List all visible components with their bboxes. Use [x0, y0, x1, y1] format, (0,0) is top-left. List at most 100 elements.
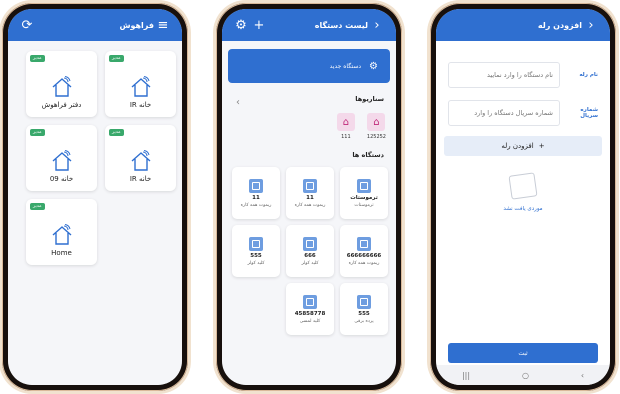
device-type: کلید کولر: [247, 260, 265, 266]
app-bar: ⚙ + لیست دستگاه ›: [222, 9, 396, 41]
home-card[interactable]: مدیر Home: [26, 199, 97, 265]
home-card[interactable]: مدیر خانه IR: [105, 51, 176, 117]
link-icon: ⚙: [369, 60, 378, 72]
device-title: 666666666: [346, 252, 382, 259]
menu-icon[interactable]: ≡: [154, 18, 172, 33]
screen: ⚙ + لیست دستگاه › دستگاه جدید ⚙ سناریوها…: [222, 9, 396, 385]
home-card[interactable]: مدیر دفتر فراهوش: [26, 51, 97, 117]
app-bar: ⟳ فراهوش ≡: [8, 9, 182, 41]
device-card[interactable]: ترموستات ترموستات: [340, 167, 388, 219]
screen: ⟳ فراهوش ≡ مدیر دفتر فراهوش مدیر خانه IR…: [8, 9, 182, 385]
screen: افزودن رله › نام رله شماره سریال + افزود…: [436, 9, 610, 385]
empty-state: موردی یافت نشد: [436, 172, 610, 212]
device-card[interactable]: 11 ریموت همه کاره: [286, 167, 334, 219]
phone-device-list: ⚙ + لیست دستگاه › دستگاه جدید ⚙ سناریوها…: [216, 3, 402, 391]
add-relay-button[interactable]: + افزودن رله: [444, 136, 602, 156]
phone-add-relay: افزودن رله › نام رله شماره سریال + افزود…: [430, 3, 616, 391]
home-card[interactable]: مدیر خانه IR: [105, 125, 176, 191]
scenario-item[interactable]: ⌂ 125252: [367, 113, 386, 140]
homes-grid: مدیر دفتر فراهوش مدیر خانه IR مدیر خانه …: [26, 51, 176, 265]
scenarios-list: ⌂ 111 ⌂ 125252: [336, 113, 386, 140]
home-card[interactable]: مدیر خانه 09: [26, 125, 97, 191]
device-type: ریموت همه کاره: [294, 202, 326, 208]
device-title: 11: [252, 194, 260, 201]
empty-text: موردی یافت نشد: [503, 206, 543, 212]
empty-box-icon: [508, 172, 538, 200]
curtain-icon: [357, 294, 371, 309]
app-title: افزودن رله: [537, 20, 582, 30]
home-name: خانه IR: [129, 175, 152, 183]
submit-label: ثبت: [518, 349, 528, 357]
submit-button[interactable]: ثبت: [448, 343, 598, 363]
app-title: لیست دستگاه: [314, 20, 368, 30]
device-type: ریموت همه کاره: [348, 260, 380, 266]
add-plus-icon[interactable]: +: [250, 18, 268, 33]
device-title: 555: [250, 252, 262, 259]
scenario-name: 111: [341, 134, 351, 140]
device-type: کلید کولر: [301, 260, 319, 266]
devices-title: دستگاه ها: [352, 151, 384, 159]
device-card[interactable]: 11 ریموت همه کاره: [232, 167, 280, 219]
smart-home-icon: [52, 150, 71, 171]
back-icon[interactable]: ‹: [581, 371, 584, 380]
relay-name-label: نام رله: [579, 72, 598, 78]
serial-input[interactable]: [448, 100, 560, 126]
scenario-item[interactable]: ⌂ 111: [336, 113, 355, 140]
smart-home-icon: [131, 76, 150, 97]
touch-switch-icon: [303, 294, 317, 309]
home-name: خانه 09: [49, 175, 74, 183]
serial-label: شماره سریال: [580, 107, 598, 119]
device-type: کلید لمسی: [299, 318, 321, 324]
role-badge: مدیر: [109, 129, 124, 136]
add-relay-label: افزودن رله: [501, 142, 534, 150]
new-device-label: دستگاه جدید: [329, 62, 362, 70]
scenario-name: 125252: [366, 134, 386, 140]
cooler-switch-icon: [249, 236, 263, 251]
device-card[interactable]: 555 کلید کولر: [232, 225, 280, 277]
serial-field: شماره سریال: [448, 99, 598, 127]
new-device-button[interactable]: دستگاه جدید ⚙: [228, 49, 390, 83]
refresh-icon[interactable]: ⟳: [18, 18, 36, 33]
device-title: 666: [304, 252, 316, 259]
settings-gear-icon[interactable]: ⚙: [232, 18, 250, 33]
role-badge: مدیر: [109, 55, 124, 62]
app-bar: افزودن رله ›: [436, 9, 610, 41]
remote-icon: [249, 178, 263, 193]
device-title: 45858778: [294, 310, 326, 317]
thermostat-icon: [357, 178, 371, 193]
role-badge: مدیر: [30, 203, 45, 210]
scenario-home-icon: ⌂: [336, 113, 355, 131]
device-card[interactable]: 666 کلید کولر: [286, 225, 334, 277]
device-type: پرده برقی: [354, 318, 374, 324]
smart-home-icon: [52, 76, 71, 97]
smart-home-icon: [131, 150, 150, 171]
scenarios-title: سناریوها: [355, 95, 384, 103]
devices-grid: ترموستات ترموستات 11 ریموت همه کاره 11 ریمو…: [232, 167, 388, 335]
plus-icon: +: [538, 142, 545, 150]
role-badge: مدیر: [30, 55, 45, 62]
recents-icon[interactable]: |||: [462, 371, 470, 380]
home-name: دفتر فراهوش: [41, 101, 82, 109]
home-name: Home: [51, 249, 72, 257]
scenario-home-icon: ⌂: [367, 113, 386, 131]
device-title: 11: [306, 194, 314, 201]
cooler-switch-icon: [303, 236, 317, 251]
device-type: ریموت همه کاره: [240, 202, 272, 208]
back-chevron-icon[interactable]: ›: [582, 18, 600, 33]
app-title: فراهوش: [119, 20, 154, 30]
device-card[interactable]: 555 پرده برقی: [340, 283, 388, 335]
chevron-left-icon[interactable]: ‹: [236, 97, 240, 108]
remote-icon: [303, 178, 317, 193]
device-type: ترموستات: [354, 202, 374, 208]
back-chevron-icon[interactable]: ›: [368, 18, 386, 33]
device-card[interactable]: 45858778 کلید لمسی: [286, 283, 334, 335]
system-nav-bar: ||| ○ ‹: [436, 365, 610, 385]
smart-home-icon: [52, 224, 71, 245]
device-card[interactable]: 666666666 ریموت همه کاره: [340, 225, 388, 277]
phone-home-list: ⟳ فراهوش ≡ مدیر دفتر فراهوش مدیر خانه IR…: [2, 3, 188, 391]
device-title: ترموستات: [350, 194, 378, 201]
home-circle-icon[interactable]: ○: [522, 371, 529, 380]
device-title: 555: [358, 310, 370, 317]
relay-name-input[interactable]: [448, 62, 560, 88]
home-name: خانه IR: [129, 101, 152, 109]
